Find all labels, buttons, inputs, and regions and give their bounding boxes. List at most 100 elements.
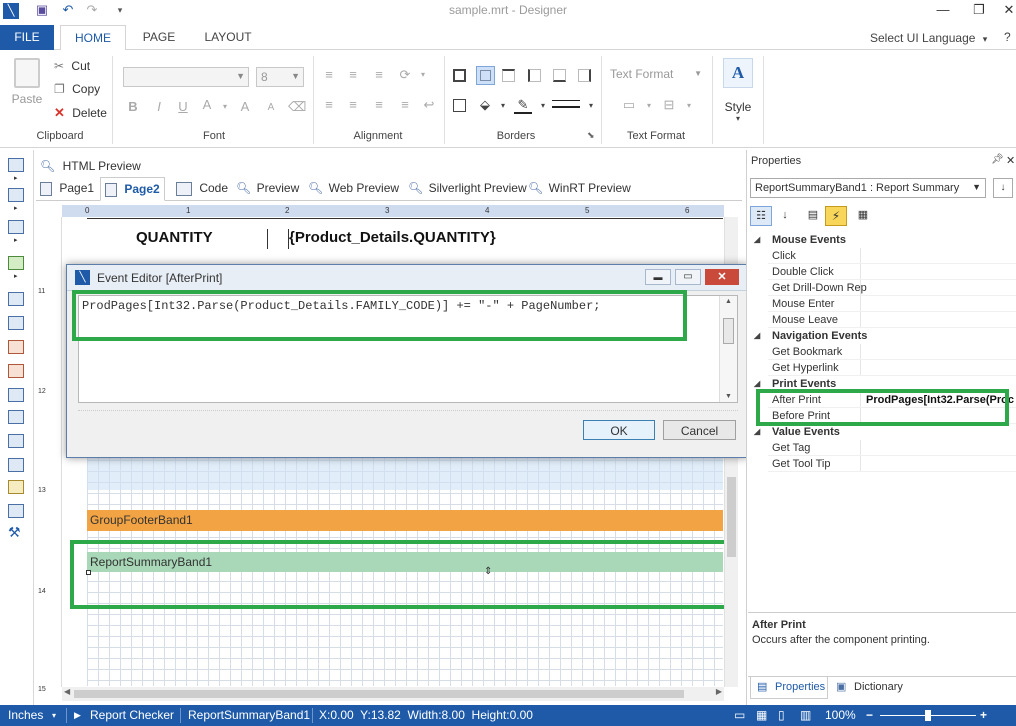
align-right-icon[interactable]: ≡ [370, 96, 388, 114]
tab-layout[interactable]: LAYOUT [198, 25, 258, 50]
copy-button[interactable]: ❐ Copy [54, 82, 100, 98]
zoom-slider-thumb[interactable] [925, 710, 931, 721]
ui-language-select[interactable]: Select UI Language ▾ [870, 31, 987, 45]
chevron-down-icon[interactable]: ▾ [680, 97, 698, 115]
chevron-down-icon[interactable]: ▼ [725, 393, 732, 400]
cancel-button[interactable]: Cancel [663, 420, 736, 440]
categorized-icon[interactable]: ☷ [750, 206, 772, 226]
fill-color-icon[interactable]: ⬙ [476, 96, 494, 114]
restore-icon[interactable]: ❐ [966, 0, 992, 20]
dialog-title-bar[interactable]: ╲ Event Editor [AfterPrint] ▬ ▭ ✕ [67, 265, 747, 291]
font-color-icon[interactable]: A [198, 96, 216, 114]
chevron-up-icon[interactable]: ▲ [725, 298, 732, 305]
tab-preview[interactable]: 🔍︎ Preview [236, 179, 299, 197]
align-left-icon[interactable]: ≡ [320, 96, 338, 114]
chevron-down-icon[interactable]: ▾ [414, 66, 432, 84]
format-icon[interactable]: ⊟ [660, 96, 678, 114]
band-tool-icon[interactable] [8, 158, 24, 172]
property-row[interactable]: Get Drill-Down Rep [748, 280, 1016, 296]
property-category[interactable]: ◢ Navigation Events [748, 328, 1016, 344]
chevron-down-icon[interactable]: ▾ [52, 705, 56, 726]
border-right-icon[interactable] [578, 69, 591, 82]
font-size-combo[interactable]: 8 ▼ [256, 67, 304, 87]
property-row[interactable]: Double Click [748, 264, 1016, 280]
chevron-down-icon[interactable]: ▾ [640, 97, 658, 115]
paste-button[interactable]: Paste [8, 56, 46, 116]
tab-properties[interactable]: ▤ Properties [750, 677, 828, 699]
minimize-icon[interactable]: — [930, 0, 956, 20]
ok-button[interactable]: OK [583, 420, 655, 440]
border-top-icon[interactable] [502, 69, 515, 82]
tab-code[interactable]: Code [176, 179, 228, 197]
tab-home[interactable]: HOME [60, 25, 126, 51]
border-style-icon[interactable] [552, 100, 580, 108]
component-tool-icon[interactable] [8, 220, 24, 234]
justify-icon[interactable]: ≡ [396, 96, 414, 114]
text-field-tool-icon[interactable] [8, 340, 24, 354]
single-page-icon[interactable]: ▯ [778, 705, 785, 726]
border-left-icon[interactable] [528, 69, 541, 82]
property-row[interactable]: Get Tag [748, 440, 1016, 456]
clear-format-icon[interactable]: ⌫ [288, 98, 306, 116]
border-none-icon[interactable] [476, 66, 495, 85]
scroll-thumb[interactable] [723, 318, 734, 344]
delete-button[interactable]: ✕ Delete [54, 105, 107, 121]
pin-icon[interactable]: 📌︎ [991, 154, 1004, 165]
grid-view-icon[interactable]: ▦ [756, 705, 767, 726]
close-icon[interactable]: ✕ [1006, 154, 1015, 167]
chevron-down-icon[interactable]: ▾ [494, 97, 512, 115]
design-horizontal-scrollbar[interactable]: ◀ ▶ [62, 687, 724, 701]
panel-tool-icon[interactable] [8, 388, 24, 402]
tab-page1[interactable]: Page1 [40, 179, 94, 197]
system-text-tool-icon[interactable] [8, 364, 24, 378]
editor-scrollbar[interactable]: ▲ ▼ [719, 296, 737, 402]
align-top-icon[interactable]: ≡ [320, 66, 338, 84]
html-preview-link[interactable]: 🔍︎ HTML Preview [40, 157, 141, 175]
bold-icon[interactable]: B [124, 98, 142, 116]
tools-icon[interactable]: ⚒ [8, 524, 21, 541]
cross-band-tool-icon[interactable] [8, 188, 24, 202]
help-button[interactable]: ? [1004, 30, 1011, 44]
sort-alpha-icon[interactable]: ↓ [993, 178, 1013, 198]
property-row[interactable]: Click [748, 248, 1016, 264]
chevron-down-icon[interactable]: ▾ [216, 98, 234, 116]
close-icon[interactable]: ✕ [996, 0, 1016, 20]
chevron-down-icon[interactable]: ▾ [582, 97, 600, 115]
zoom-out-icon[interactable]: − [866, 705, 873, 726]
property-category[interactable]: ◢ Mouse Events [748, 232, 1016, 248]
property-row[interactable]: Mouse Enter [748, 296, 1016, 312]
chevron-left-icon[interactable]: ◀ [64, 687, 70, 696]
zoom-in-icon[interactable]: + [980, 705, 987, 726]
collapse-icon[interactable]: ◢ [754, 232, 760, 248]
property-category[interactable]: ◢ Value Events [748, 424, 1016, 440]
align-bottom-icon[interactable]: ≡ [370, 66, 388, 84]
shrink-font-icon[interactable]: A [262, 99, 280, 117]
picture-tool-icon[interactable] [8, 480, 24, 494]
events-tab-icon[interactable]: ⚡︎ [825, 206, 847, 226]
tab-file[interactable]: FILE [0, 25, 54, 50]
font-name-combo[interactable]: ▼ [123, 67, 249, 87]
grow-font-icon[interactable]: A [236, 98, 254, 116]
scroll-thumb[interactable] [727, 477, 736, 557]
rotate-text-icon[interactable]: ⟳ [396, 66, 414, 84]
border-box-icon[interactable] [453, 99, 466, 112]
tab-winrt-preview[interactable]: 🔍︎ WinRT Preview [528, 179, 631, 197]
border-all-icon[interactable] [453, 69, 466, 82]
border-color-icon[interactable]: ✎ [514, 96, 532, 114]
italic-icon[interactable]: I [150, 98, 168, 116]
tab-page2[interactable]: Page2 [100, 177, 165, 201]
multi-page-icon[interactable]: ▥ [800, 705, 811, 726]
text-format-combo[interactable]: Text Format ▼ [610, 67, 706, 87]
chart-tool-icon[interactable] [8, 504, 24, 518]
units-selector[interactable]: Inches [8, 705, 43, 726]
component-selector[interactable]: ReportSummaryBand1 : Report Summary ▼ [750, 178, 986, 198]
group-footer-band[interactable]: GroupFooterBand1 [87, 510, 723, 531]
close-icon[interactable]: ✕ [705, 269, 739, 285]
minimize-icon[interactable]: ▬ [645, 269, 671, 285]
chevron-right-icon[interactable]: ▶ [716, 687, 722, 696]
property-row[interactable]: Get Bookmark [748, 344, 1016, 360]
properties-tab-icon[interactable]: ▤ [803, 206, 823, 226]
table-tool-icon[interactable] [8, 434, 24, 448]
style-button[interactable]: A Style ▾ [720, 58, 756, 134]
property-row[interactable]: Mouse Leave [748, 312, 1016, 328]
